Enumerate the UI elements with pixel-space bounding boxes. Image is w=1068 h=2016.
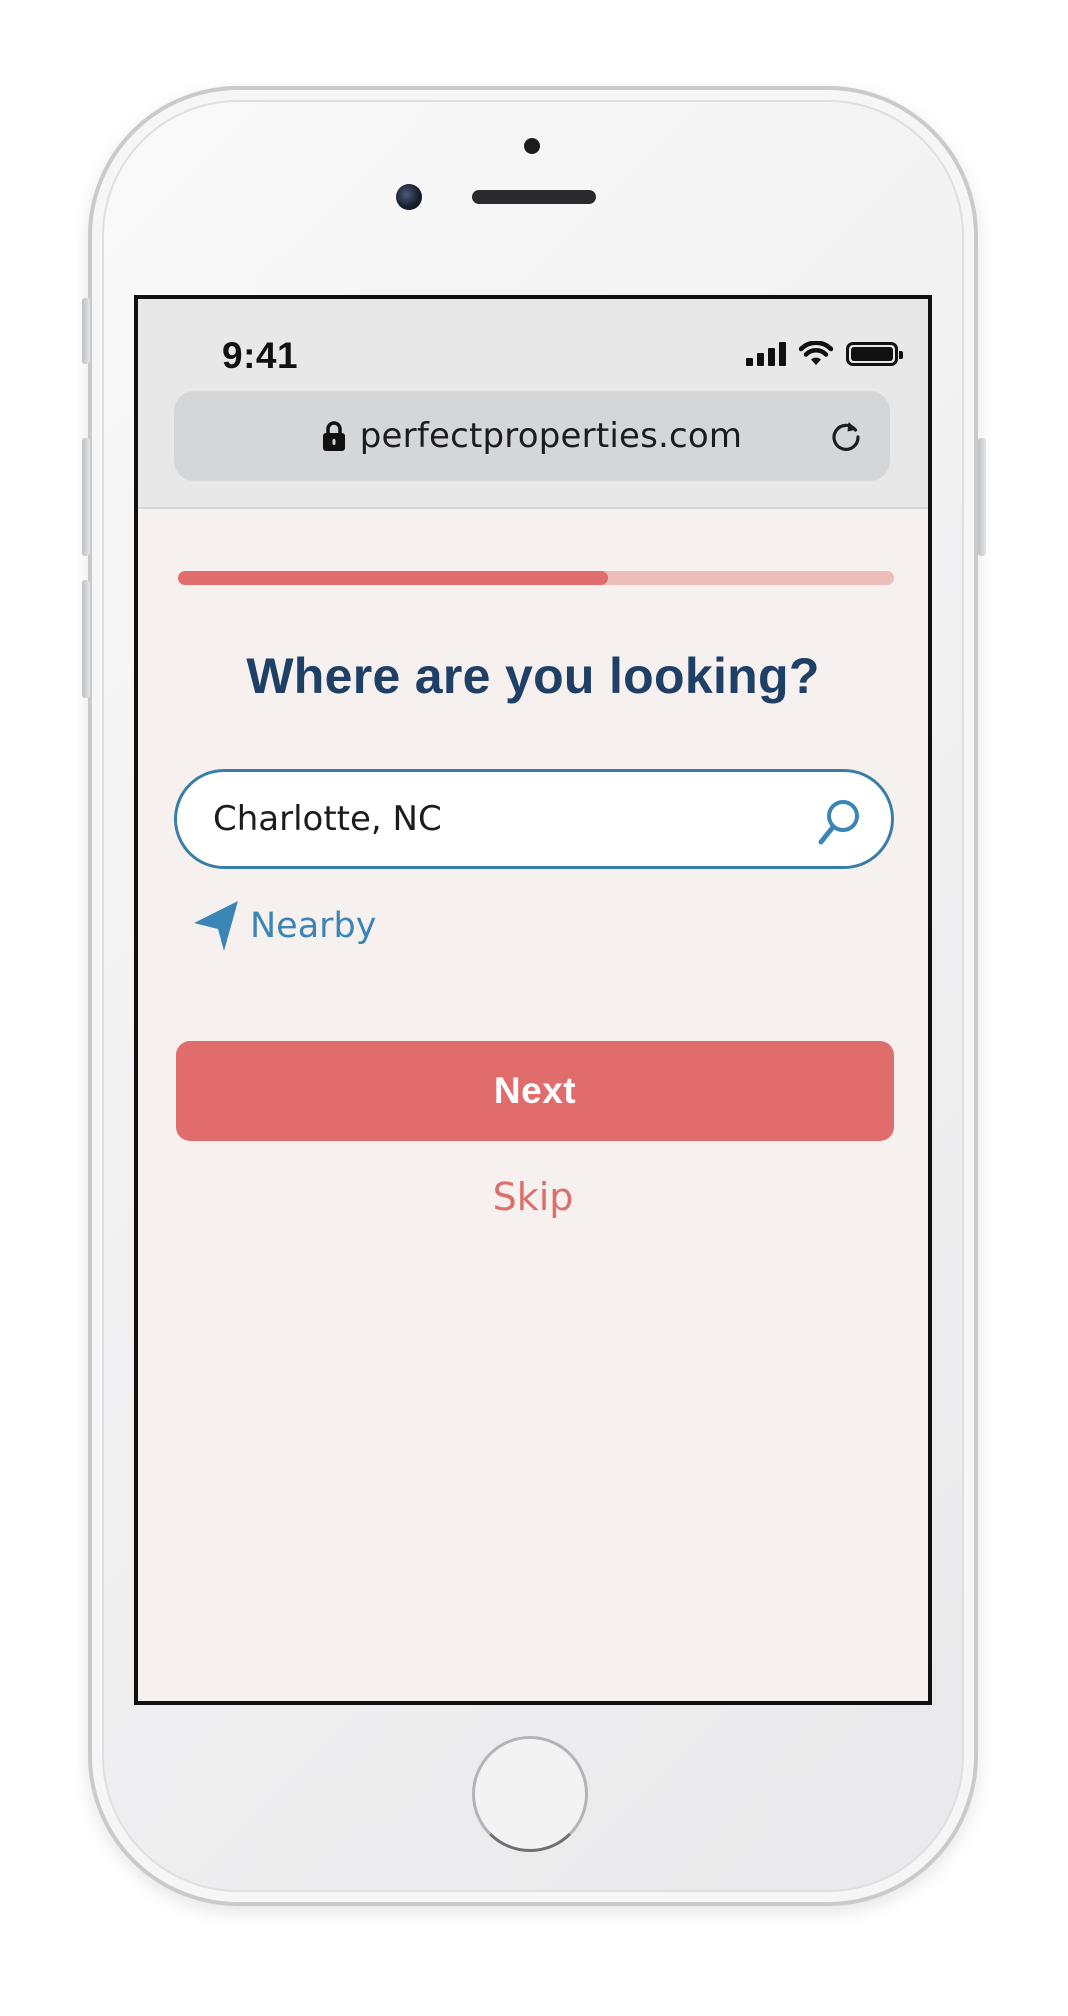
volume-up-button bbox=[82, 438, 90, 556]
address-bar[interactable]: perfectproperties.com bbox=[174, 391, 890, 481]
power-button bbox=[978, 438, 986, 556]
location-search-box[interactable] bbox=[174, 769, 894, 869]
url-text: perfectproperties.com bbox=[359, 416, 743, 456]
battery-icon bbox=[846, 342, 903, 366]
cellular-signal-icon bbox=[746, 342, 786, 366]
page-title: Where are you looking? bbox=[246, 648, 820, 704]
earpiece-speaker bbox=[472, 190, 596, 204]
browser-chrome: 9:41 perfectproperties.com bbox=[138, 299, 928, 509]
volume-down-button bbox=[82, 580, 90, 698]
proximity-sensor bbox=[524, 138, 540, 154]
nearby-label: Nearby bbox=[250, 906, 377, 946]
location-arrow-icon bbox=[194, 901, 238, 951]
lock-icon bbox=[322, 421, 345, 451]
mute-switch bbox=[82, 298, 90, 364]
screen: 9:41 perfectproperties.com Where are you… bbox=[134, 295, 932, 1705]
front-camera bbox=[396, 184, 422, 210]
progress-fill bbox=[178, 571, 608, 585]
home-button[interactable] bbox=[472, 1736, 588, 1852]
location-search-input[interactable] bbox=[213, 772, 773, 866]
status-time: 9:41 bbox=[222, 335, 299, 376]
next-button[interactable]: Next bbox=[176, 1041, 894, 1141]
progress-bar bbox=[178, 571, 894, 585]
skip-link[interactable]: Skip bbox=[138, 1175, 928, 1219]
status-icons bbox=[746, 341, 903, 367]
wifi-icon bbox=[798, 341, 834, 365]
nearby-link[interactable]: Nearby bbox=[192, 899, 376, 953]
search-icon[interactable] bbox=[815, 796, 863, 848]
reload-icon[interactable] bbox=[828, 418, 864, 454]
